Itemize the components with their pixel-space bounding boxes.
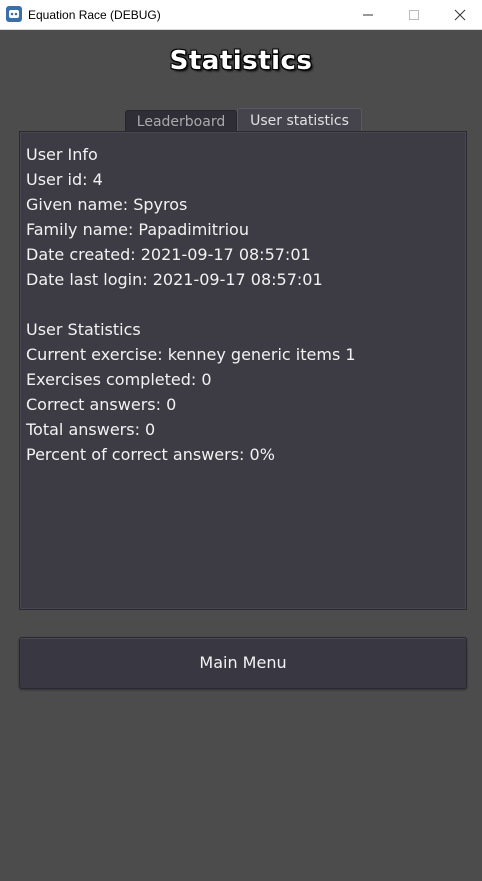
info-list: User Info User id: 4 Given name: Spyros … [26,142,356,467]
family-name-line: Family name: Papadimitriou [26,220,249,239]
window-title-bar: Equation Race (DEBUG) [0,0,482,30]
given-name-line: Given name: Spyros [26,195,188,214]
user-statistics-heading: User Statistics [26,320,141,339]
minimize-button[interactable] [346,0,390,30]
date-created-line: Date created: 2021-09-17 08:57:01 [26,245,311,264]
app-icon [6,6,22,22]
maximize-button[interactable] [392,0,436,30]
page-title: Statistics [169,46,313,76]
correct-answers-line: Correct answers: 0 [26,395,177,414]
maximize-icon [409,10,419,20]
spacer [26,292,356,317]
user-id-line: User id: 4 [26,170,103,189]
total-answers-line: Total answers: 0 [26,420,156,439]
date-last-login-line: Date last login: 2021-09-17 08:57:01 [26,270,323,289]
close-icon [454,9,466,21]
current-exercise-line: Current exercise: kenney generic items 1 [26,345,356,364]
tab-user-statistics[interactable]: User statistics [237,108,362,132]
user-info-heading: User Info [26,145,98,164]
window-title: Equation Race (DEBUG) [28,8,161,22]
close-button[interactable] [438,0,482,30]
tab-leaderboard[interactable]: Leaderboard [125,110,237,132]
exercises-completed-line: Exercises completed: 0 [26,370,212,389]
percent-correct-line: Percent of correct answers: 0% [26,445,275,464]
main-menu-button[interactable]: Main Menu [19,637,467,689]
user-statistics-panel: User Info User id: 4 Given name: Spyros … [19,131,467,610]
minimize-icon [363,14,373,16]
